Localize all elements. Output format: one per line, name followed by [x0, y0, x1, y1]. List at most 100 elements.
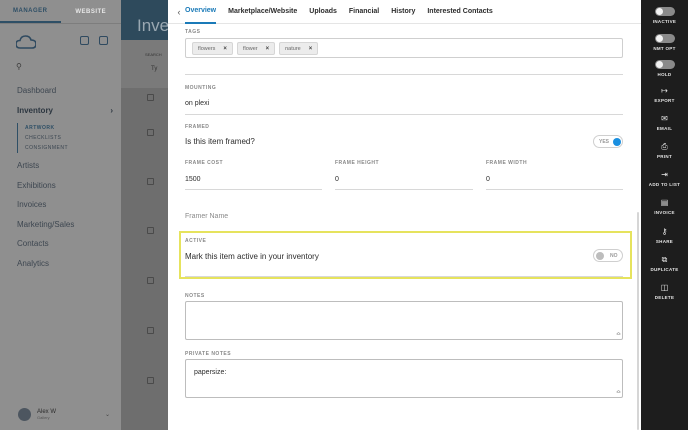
close-icon[interactable]: ×: [266, 46, 270, 52]
sidebar-item-artists[interactable]: Artists: [17, 159, 113, 179]
modal-tabs: ‹ Overview Marketplace/Website Uploads F…: [168, 0, 641, 24]
nmt-opt-action[interactable]: NMT OPT: [641, 34, 688, 51]
sidebar-item-analytics[interactable]: Analytics: [17, 257, 113, 277]
duplicate-icon: ⧉: [661, 255, 668, 264]
framed-question: Is this item framed?: [185, 137, 255, 146]
private-notes-value: papersize:: [194, 369, 227, 376]
user-menu[interactable]: Alex W Gallery ⌄: [18, 408, 110, 421]
sidebar-item-inventory[interactable]: Inventory ›: [17, 104, 113, 124]
tag-chip[interactable]: flower ×: [236, 42, 276, 55]
sidebar-item-dashboard[interactable]: Dashboard: [17, 84, 113, 104]
tag-text: nature: [285, 45, 301, 52]
framed-label: FRAMED: [185, 124, 210, 130]
invoice-icon: ▤: [660, 198, 669, 207]
row-checkbox[interactable]: [147, 327, 154, 334]
row-checkbox[interactable]: [147, 277, 154, 284]
action-label: PRINT: [657, 154, 672, 159]
frame-cost-underline: [185, 189, 322, 190]
cloud-logo-icon[interactable]: [16, 35, 36, 49]
print-action[interactable]: ⎙ PRINT: [641, 142, 688, 159]
divider: [185, 74, 623, 75]
envelope-icon: ✉: [661, 114, 668, 123]
share-action[interactable]: ⚷ SHARE: [641, 227, 688, 244]
add-to-list-action[interactable]: ⇥ ADD TO LIST: [641, 170, 688, 187]
active-section-highlight: [179, 231, 632, 279]
user-role: Gallery: [37, 415, 50, 420]
search-icon[interactable]: ⚲: [16, 62, 22, 71]
close-icon[interactable]: ×: [223, 46, 227, 52]
submenu-consignment[interactable]: CONSIGNMENT: [25, 143, 113, 153]
frame-width-field[interactable]: 0: [486, 176, 490, 183]
avatar: [18, 408, 31, 421]
sidebar-item-label: Inventory: [17, 105, 54, 115]
close-icon[interactable]: ×: [309, 46, 313, 52]
notes-textarea[interactable]: ≏: [185, 301, 623, 340]
sidebar-item-exhibitions[interactable]: Exhibitions: [17, 179, 113, 199]
frame-cost-label: FRAME COST: [185, 160, 224, 166]
row-checkbox[interactable]: [147, 227, 154, 234]
mounting-underline: [185, 114, 623, 115]
inventory-submenu: ARTWORK CHECKLISTS CONSIGNMENT: [17, 123, 113, 153]
invoice-action[interactable]: ▤ INVOICE: [641, 198, 688, 215]
submenu-checklists[interactable]: CHECKLISTS: [25, 133, 113, 143]
chevron-left-icon[interactable]: ‹: [173, 7, 185, 17]
toggle-label: YES: [599, 139, 610, 145]
share-icon: ⚷: [661, 227, 668, 236]
mounting-field[interactable]: on plexi: [185, 100, 209, 107]
row-checkbox[interactable]: [147, 377, 154, 384]
tag-chip[interactable]: nature ×: [279, 42, 319, 55]
search-area: [121, 40, 168, 88]
hold-action[interactable]: HOLD: [641, 60, 688, 77]
sidebar-item-invoices[interactable]: Invoices: [17, 198, 113, 218]
tab-marketplace-website[interactable]: Marketplace/Website: [228, 0, 297, 24]
sidebar-header-icons: [80, 36, 108, 45]
frame-height-field[interactable]: 0: [335, 176, 339, 183]
chevron-right-icon: ›: [110, 105, 113, 115]
action-label: HOLD: [657, 72, 672, 77]
frame-cost-field[interactable]: 1500: [185, 176, 201, 183]
tag-chip[interactable]: flowers ×: [192, 42, 233, 55]
email-action[interactable]: ✉ EMAIL: [641, 114, 688, 131]
apps-icon[interactable]: [99, 36, 108, 45]
framed-toggle[interactable]: YES: [593, 135, 623, 148]
row-checkbox[interactable]: [147, 129, 154, 136]
sidebar-item-marketing-sales[interactable]: Marketing/Sales: [17, 218, 113, 238]
export-icon: ↦: [661, 86, 668, 95]
toggle-icon: [654, 34, 675, 43]
action-label: INVOICE: [654, 210, 675, 215]
row-checkbox[interactable]: [147, 178, 154, 185]
tags-input[interactable]: flowers × flower × nature ×: [185, 38, 623, 58]
resize-handle-icon[interactable]: ≏: [616, 390, 621, 396]
row-checkbox[interactable]: [147, 94, 154, 101]
notes-label: NOTES: [185, 293, 205, 299]
scrollbar[interactable]: [637, 212, 639, 430]
tab-history[interactable]: History: [391, 0, 415, 24]
sidebar-item-contacts[interactable]: Contacts: [17, 237, 113, 257]
inactive-action[interactable]: INACTIVE: [641, 7, 688, 24]
frame-width-underline: [486, 189, 623, 190]
tab-financial[interactable]: Financial: [349, 0, 379, 24]
tags-label: TAGS: [185, 29, 201, 35]
search-input[interactable]: Ty: [151, 66, 157, 72]
tab-uploads[interactable]: Uploads: [309, 0, 337, 24]
tab-website[interactable]: WEBSITE: [61, 0, 122, 23]
delete-action[interactable]: ◫ DELETE: [641, 283, 688, 300]
action-label: ADD TO LIST: [648, 182, 681, 187]
tab-interested-contacts[interactable]: Interested Contacts: [427, 0, 492, 24]
action-label: DELETE: [654, 295, 675, 300]
private-notes-textarea[interactable]: papersize: ≏: [185, 359, 623, 398]
action-label: EMAIL: [656, 126, 673, 131]
trash-icon: ◫: [660, 283, 669, 292]
notifications-icon[interactable]: [80, 36, 89, 45]
export-action[interactable]: ↦ EXPORT: [641, 86, 688, 103]
tag-text: flowers: [198, 45, 216, 52]
action-label: EXPORT: [654, 98, 675, 103]
left-sidebar: MANAGER WEBSITE ⚲ Dashboard Inventory › …: [0, 0, 121, 430]
tab-manager[interactable]: MANAGER: [0, 0, 61, 23]
resize-handle-icon[interactable]: ≏: [616, 332, 621, 338]
submenu-artwork[interactable]: ARTWORK: [25, 123, 113, 133]
item-detail-modal: ‹ Overview Marketplace/Website Uploads F…: [168, 0, 641, 430]
duplicate-action[interactable]: ⧉ DUPLICATE: [641, 255, 688, 272]
tab-overview[interactable]: Overview: [185, 0, 217, 24]
framer-name-field[interactable]: Framer Name: [185, 213, 228, 220]
